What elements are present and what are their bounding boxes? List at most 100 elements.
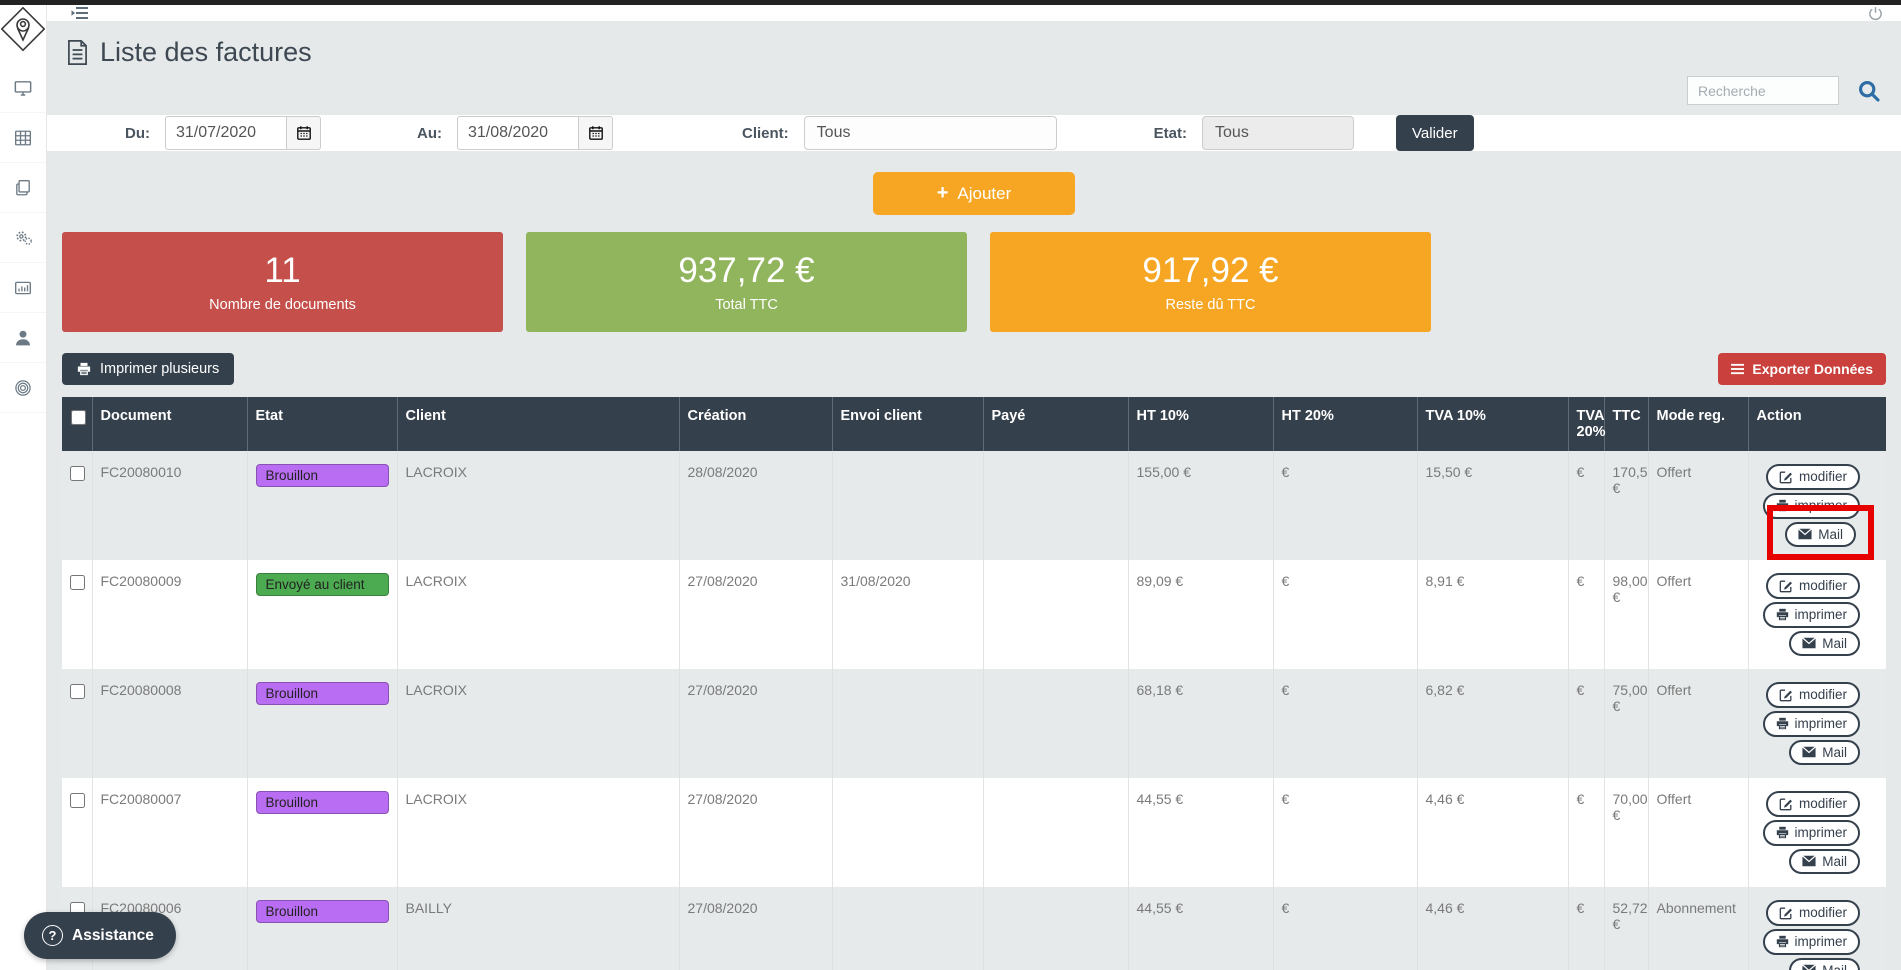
row-actions: modifier imprimer bbox=[1757, 682, 1879, 765]
row-actions: modifier imprimer bbox=[1757, 791, 1879, 874]
envelope-icon bbox=[1798, 528, 1812, 540]
date-to-calendar-button[interactable] bbox=[579, 116, 613, 150]
table-header-row: Document Etat Client Création Envoi clie… bbox=[62, 397, 1886, 451]
col-tva20: TVA 20% bbox=[1568, 397, 1604, 451]
invoice-table: Document Etat Client Création Envoi clie… bbox=[62, 397, 1886, 970]
target-icon bbox=[14, 379, 32, 397]
modifier-button[interactable]: modifier bbox=[1766, 573, 1860, 599]
exporter-donnees-button[interactable]: Exporter Données bbox=[1718, 353, 1886, 385]
au-label: Au: bbox=[417, 125, 442, 142]
row-checkbox[interactable] bbox=[70, 684, 85, 699]
col-client: Client bbox=[397, 397, 679, 451]
stat-documents-value: 11 bbox=[264, 251, 300, 291]
imprimer-button[interactable]: imprimer bbox=[1763, 602, 1861, 628]
sidebar-item-reports[interactable] bbox=[0, 263, 46, 313]
invoice-list-icon bbox=[65, 39, 90, 66]
col-tva10: TVA 10% bbox=[1417, 397, 1568, 451]
cell-document: FC20080009 bbox=[92, 560, 247, 669]
printer-icon bbox=[1776, 717, 1789, 730]
sidebar-toggle-button[interactable] bbox=[71, 5, 89, 21]
cell-creation: 27/08/2020 bbox=[679, 560, 832, 669]
sidebar-item-settings[interactable] bbox=[0, 213, 46, 263]
logout-button[interactable] bbox=[1868, 6, 1883, 21]
ajouter-button[interactable]: + Ajouter bbox=[873, 172, 1075, 215]
mail-button[interactable]: Mail bbox=[1789, 849, 1860, 875]
cell-tva10: 8,91 € bbox=[1417, 560, 1568, 669]
assistance-label: Assistance bbox=[72, 927, 154, 945]
app-logo[interactable] bbox=[0, 5, 46, 63]
client-select[interactable]: Tous bbox=[804, 116, 1057, 150]
page-title-text: Liste des factures bbox=[100, 37, 312, 68]
select-all-checkbox[interactable] bbox=[71, 410, 86, 425]
logo-diamond-pin-icon bbox=[1, 7, 45, 59]
filter-bar: Du: Au: Client: Tous bbox=[47, 115, 1901, 151]
assistance-button[interactable]: ? Assistance bbox=[24, 912, 176, 959]
printer-icon bbox=[1776, 608, 1789, 621]
sidebar-item-tables[interactable] bbox=[0, 113, 46, 163]
modifier-button[interactable]: modifier bbox=[1766, 464, 1860, 490]
search-button[interactable] bbox=[1857, 79, 1881, 103]
valider-button[interactable]: Valider bbox=[1396, 115, 1474, 151]
exporter-donnees-label: Exporter Données bbox=[1752, 361, 1873, 377]
search-input[interactable] bbox=[1687, 76, 1839, 105]
mail-button[interactable]: Mail bbox=[1789, 740, 1860, 766]
envelope-icon bbox=[1802, 855, 1816, 867]
etat-label: Etat: bbox=[1154, 125, 1187, 142]
mail-button[interactable]: Mail bbox=[1785, 522, 1856, 548]
cell-ht20: € bbox=[1273, 887, 1417, 970]
date-from-calendar-button[interactable] bbox=[287, 116, 321, 150]
mail-button[interactable]: Mail bbox=[1789, 631, 1860, 657]
sidebar-item-users[interactable] bbox=[0, 313, 46, 363]
col-paye: Payé bbox=[983, 397, 1128, 451]
sidebar-item-documents[interactable] bbox=[0, 163, 46, 213]
cell-mode-reg: Offert bbox=[1648, 669, 1748, 778]
modifier-button[interactable]: modifier bbox=[1766, 900, 1860, 926]
sidebar-item-web[interactable] bbox=[0, 363, 46, 413]
status-badge: Brouillon bbox=[256, 682, 389, 705]
edit-icon bbox=[1779, 906, 1793, 920]
cell-ht10: 68,18 € bbox=[1128, 669, 1273, 778]
mail-button-wrap: Mail bbox=[1767, 505, 1874, 561]
date-from-input[interactable] bbox=[165, 116, 287, 150]
plus-icon: + bbox=[937, 182, 949, 205]
copy-icon bbox=[14, 179, 32, 197]
cell-tva20: € bbox=[1568, 669, 1604, 778]
table-row: FC20080010 Brouillon LACROIX 28/08/2020 … bbox=[62, 451, 1886, 560]
table-row: FC20080006 Brouillon BAILLY 27/08/2020 4… bbox=[62, 887, 1886, 970]
cell-ht10: 44,55 € bbox=[1128, 887, 1273, 970]
row-checkbox[interactable] bbox=[70, 575, 85, 590]
cell-ttc: 170,50 € bbox=[1604, 451, 1648, 560]
row-checkbox[interactable] bbox=[70, 466, 85, 481]
stat-reste-label: Reste dû TTC bbox=[1166, 297, 1256, 313]
invoice-table-body: FC20080010 Brouillon LACROIX 28/08/2020 … bbox=[62, 451, 1886, 970]
imprimer-label: imprimer bbox=[1795, 717, 1848, 731]
cell-paye bbox=[983, 778, 1128, 887]
imprimer-button[interactable]: imprimer bbox=[1763, 929, 1861, 955]
imprimer-button[interactable]: imprimer bbox=[1763, 711, 1861, 737]
imprimer-button[interactable]: imprimer bbox=[1763, 820, 1861, 846]
sidebar-item-dashboard[interactable] bbox=[0, 63, 46, 113]
row-checkbox[interactable] bbox=[70, 793, 85, 808]
etat-select[interactable]: Tous bbox=[1202, 116, 1354, 150]
envelope-icon bbox=[1802, 746, 1816, 758]
cell-paye bbox=[983, 560, 1128, 669]
cell-ht20: € bbox=[1273, 451, 1417, 560]
cell-envoi-client bbox=[832, 669, 983, 778]
table-row: FC20080007 Brouillon LACROIX 27/08/2020 … bbox=[62, 778, 1886, 887]
status-badge: Brouillon bbox=[256, 900, 389, 923]
printer-icon bbox=[77, 362, 91, 376]
date-to-input[interactable] bbox=[457, 116, 579, 150]
col-ttc: TTC bbox=[1604, 397, 1648, 451]
modifier-button[interactable]: modifier bbox=[1766, 682, 1860, 708]
modifier-label: modifier bbox=[1799, 906, 1847, 920]
cell-envoi-client bbox=[832, 778, 983, 887]
cell-creation: 27/08/2020 bbox=[679, 778, 832, 887]
stat-card-total-ttc: 937,72 € Total TTC bbox=[526, 232, 967, 332]
mail-button-wrap: Mail bbox=[1789, 631, 1860, 657]
modifier-button[interactable]: modifier bbox=[1766, 791, 1860, 817]
mail-button[interactable]: Mail bbox=[1789, 958, 1860, 970]
imprimer-plusieurs-button[interactable]: Imprimer plusieurs bbox=[62, 353, 234, 385]
envelope-icon bbox=[1802, 964, 1816, 970]
cell-tva10: 4,46 € bbox=[1417, 887, 1568, 970]
cell-ttc: 75,00 € bbox=[1604, 669, 1648, 778]
